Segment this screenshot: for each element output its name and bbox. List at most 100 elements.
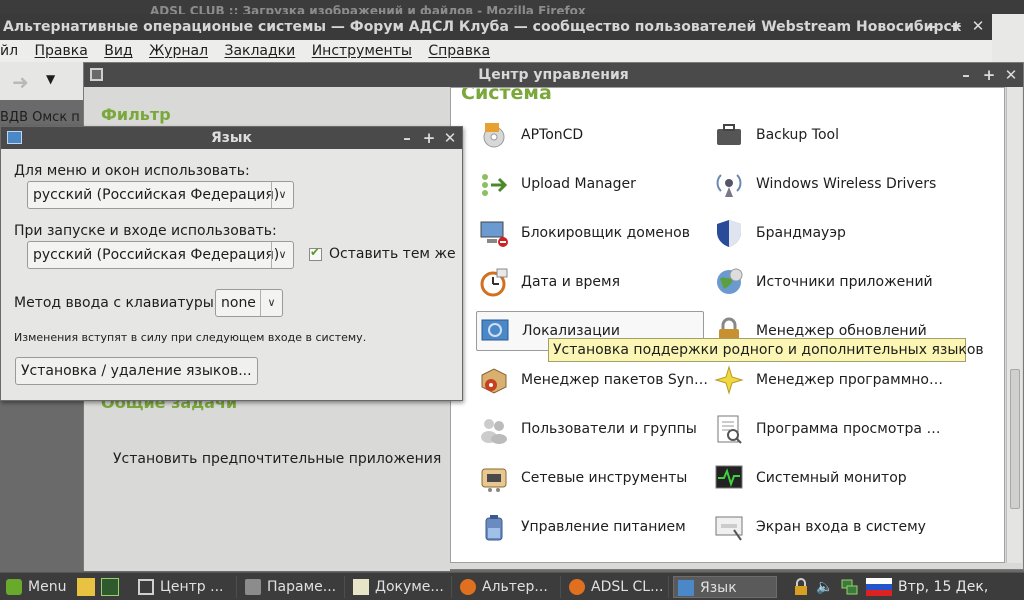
control-item-domain-blocker[interactable]: Блокировщик доменов [479, 213, 704, 253]
control-item-upload[interactable]: Upload Manager [479, 164, 704, 204]
flag-icon [7, 131, 22, 144]
package-icon [479, 365, 509, 395]
menu-language-select[interactable]: русский (Российская Федерация) ∨ [27, 181, 294, 209]
input-method-value: none [221, 295, 256, 311]
filter-heading: Фильтр [101, 105, 171, 124]
control-item-firewall-shield[interactable]: Брандмауэр [714, 213, 939, 253]
cc-maximize-button[interactable]: + [979, 63, 999, 87]
menu-edit[interactable]: Правка [29, 40, 94, 62]
same-language-checkbox[interactable] [309, 245, 322, 261]
lang-maximize-button[interactable]: + [419, 126, 439, 150]
clock[interactable]: Втр, 15 Дек, 23:20 [898, 573, 1024, 600]
control-item-backup[interactable]: Backup Tool [714, 115, 939, 155]
control-item-battery[interactable]: Управление питанием [479, 507, 704, 547]
network-icon[interactable] [840, 578, 858, 596]
control-center-app-icon [90, 68, 103, 81]
cc-close-button[interactable]: ✕ [1001, 63, 1021, 87]
control-center-title: Центр управления [478, 67, 629, 83]
control-item-network-tools[interactable]: Сетевые инструменты [479, 458, 704, 498]
system-panel: Система APTonCD Backup Tool Upload Manager… [450, 87, 1005, 563]
control-item-log-viewer[interactable]: Программа просмотра … [714, 409, 941, 449]
upload-icon [479, 169, 509, 199]
control-item-star[interactable]: Менеджер программно… [714, 360, 943, 400]
bookmark-item[interactable]: ВДВ Омск п О [0, 110, 94, 125]
flag-icon [480, 316, 510, 346]
login-screen-icon [714, 512, 744, 542]
battery-icon [479, 512, 509, 542]
start-menu-button[interactable]: Menu [2, 576, 74, 598]
chevron-down-icon: ∨ [271, 182, 293, 208]
lock-icon[interactable] [792, 578, 810, 596]
language-dialog-titlebar[interactable]: Язык – + ✕ [1, 127, 462, 149]
preferred-apps-link[interactable]: Установить предпочтительные приложения [113, 451, 441, 467]
login-language-select[interactable]: русский (Российская Федерация) ∨ [27, 241, 294, 269]
install-languages-button[interactable]: Установка / удаление языков... [15, 357, 258, 385]
control-item-login-screen[interactable]: Экран входа в систему [714, 507, 939, 547]
taskbar-item-settings[interactable]: Параме... [241, 576, 345, 598]
control-item-label: Экран входа в систему [756, 519, 926, 535]
language-dialog-title: Язык [210, 130, 253, 146]
language-dialog: Язык – + ✕ Для меню и окон использовать:… [0, 126, 463, 401]
control-item-label: Backup Tool [756, 127, 839, 143]
login-language-value: русский (Российская Федерация) [33, 247, 280, 263]
menu-help[interactable]: Справка [422, 40, 496, 62]
firefox-menubar: йл Правка Вид Журнал Закладки Инструмент… [0, 40, 992, 62]
control-item-wireless[interactable]: Windows Wireless Drivers [714, 164, 939, 204]
control-item-package[interactable]: Менеджер пакетов Syn… [479, 360, 708, 400]
wireless-icon [714, 169, 744, 199]
taskbar-item-firefox-forum[interactable]: Альтер... [456, 576, 561, 598]
terminal-launcher-icon[interactable] [101, 578, 119, 596]
keyboard-layout-flag-icon[interactable] [866, 578, 892, 596]
scrollbar-thumb[interactable] [1010, 369, 1020, 509]
menu-language-value: русский (Российская Федерация) [33, 187, 280, 203]
firefox-icon [460, 579, 476, 595]
login-language-label: При запуске и входе использовать: [14, 223, 277, 239]
control-item-label: Сетевые инструменты [521, 470, 688, 486]
control-item-aptoncd[interactable]: APTonCD [479, 115, 704, 155]
menu-view[interactable]: Вид [98, 40, 138, 62]
text-editor-launcher-icon[interactable] [77, 578, 95, 596]
firefox-title: Альтернативные операционые системы — Фор… [3, 19, 962, 35]
forward-arrow-icon[interactable]: ➜ [12, 70, 29, 94]
volume-icon[interactable]: 🔈 [816, 578, 834, 596]
taskbar-item-document[interactable]: Докуме... [349, 576, 452, 598]
input-method-select[interactable]: none ∨ [215, 289, 283, 317]
cc-minimize-button[interactable]: – [956, 63, 976, 87]
control-item-clock[interactable]: Дата и время [479, 262, 704, 302]
restart-notice: Изменения вступят в силу при следующем в… [14, 331, 367, 344]
control-item-label: Upload Manager [521, 176, 636, 192]
system-panel-scrollbar[interactable] [1006, 87, 1022, 563]
control-item-label: Менеджер программно… [756, 372, 943, 388]
control-item-label: Программа просмотра … [756, 421, 941, 437]
menu-tools[interactable]: Инструменты [306, 40, 418, 62]
chevron-down-icon: ∨ [271, 242, 293, 268]
menu-file[interactable]: йл [0, 40, 24, 62]
firefox-minimize-button[interactable]: – [922, 14, 942, 38]
flag-icon [678, 580, 694, 596]
taskbar-item-control-center[interactable]: Центр ... [134, 576, 237, 598]
localization-tooltip: Установка поддержки родного и дополнител… [548, 338, 984, 362]
lang-minimize-button[interactable]: – [397, 126, 417, 150]
control-item-label: Windows Wireless Drivers [756, 176, 937, 192]
menu-bookmarks[interactable]: Закладки [218, 40, 301, 62]
system-heading: Система [461, 87, 552, 104]
control-item-globe[interactable]: Источники приложений [714, 262, 939, 302]
menu-language-label: Для меню и окон использовать: [14, 163, 250, 179]
menu-history[interactable]: Журнал [143, 40, 214, 62]
lang-close-button[interactable]: ✕ [440, 126, 460, 150]
firefox-maximize-button[interactable]: + [946, 14, 966, 38]
control-item-label: Брандмауэр [756, 225, 846, 241]
firefox-titlebar[interactable]: Альтернативные операционые системы — Фор… [0, 14, 992, 40]
control-center-titlebar[interactable]: Центр управления – + ✕ [84, 63, 1023, 87]
taskbar-item-firefox-adsl[interactable]: ADSL CL... [565, 576, 669, 598]
control-item-monitor[interactable]: Системный монитор [714, 458, 939, 498]
firefox-close-button[interactable]: ✕ [968, 14, 988, 38]
taskbar-item-language[interactable]: Язык [673, 576, 777, 598]
backup-icon [714, 120, 744, 150]
firefox-icon [569, 579, 585, 595]
star-icon [714, 365, 744, 395]
control-item-label: Источники приложений [756, 274, 933, 290]
control-item-users[interactable]: Пользователи и группы [479, 409, 704, 449]
chevron-down-icon[interactable]: ▼ [46, 72, 55, 86]
clock-icon [479, 267, 509, 297]
